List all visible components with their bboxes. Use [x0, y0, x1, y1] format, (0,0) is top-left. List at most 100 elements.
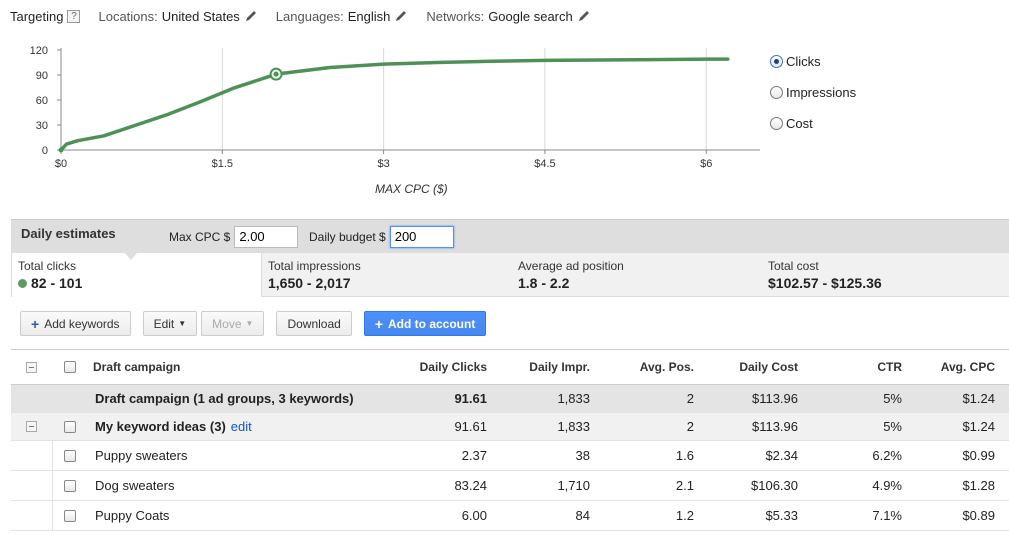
stat-value: 1,650 - 2,017: [268, 275, 351, 291]
stat-average-position[interactable]: Average ad position 1.8 - 2.2: [512, 253, 762, 297]
add-to-account-button[interactable]: + Add to account: [363, 311, 487, 336]
chart-svg: $0 $1.5 $3 $4.5 $6 0 30 60 90 120: [30, 45, 760, 170]
targeting-languages[interactable]: Languages: English: [276, 9, 409, 24]
targeting-bar: Targeting ? Locations: United States Lan…: [10, 6, 1009, 26]
stat-total-impressions[interactable]: Total impressions 1,650 - 2,017: [262, 253, 512, 297]
radio-cost[interactable]: Cost: [770, 112, 856, 134]
group-ctr: 5%: [883, 419, 902, 434]
column-header-avg-cpc[interactable]: Avg. CPC: [941, 350, 995, 384]
pencil-icon[interactable]: [394, 9, 408, 23]
targeting-locations[interactable]: Locations: United States: [98, 9, 257, 24]
radio-button-checked[interactable]: [770, 54, 783, 68]
max-cpc-input[interactable]: [234, 225, 299, 248]
edit-dropdown-button[interactable]: Edit ▼: [142, 311, 198, 336]
row-checkbox[interactable]: [64, 479, 76, 492]
stat-label: Total clicks: [18, 259, 77, 273]
stat-label: Total cost: [768, 259, 819, 273]
plus-icon: +: [374, 315, 383, 332]
download-button[interactable]: Download: [276, 311, 352, 336]
group-edit-link[interactable]: edit: [231, 419, 252, 434]
keyword-clicks: 83.24: [454, 478, 487, 493]
keyword-ctr: 7.1%: [872, 508, 902, 523]
chart-x-tick-label: $4.5: [534, 158, 555, 170]
keyword-ctr: 4.9%: [872, 478, 902, 493]
keyword-pos: 2.1: [675, 478, 694, 493]
keyword-cpc: $0.99: [962, 448, 995, 463]
row-checkbox-cell[interactable]: [64, 471, 76, 500]
table-row-summary: Draft campaign (1 ad groups, 3 keywords)…: [11, 385, 1009, 413]
targeting-networks[interactable]: Networks: Google search: [426, 9, 590, 24]
column-header-avg-pos[interactable]: Avg. Pos.: [640, 350, 694, 384]
daily-budget-field: Daily budget $: [309, 225, 454, 248]
caret-down-icon: ▼: [245, 319, 254, 328]
daily-estimates-bar: Daily estimates Max CPC $ Daily budget $: [11, 219, 1009, 253]
plus-icon: +: [31, 315, 40, 332]
select-all-cell[interactable]: [64, 350, 76, 384]
keyword-cpc: $0.89: [962, 508, 995, 523]
group-impr: 1,833: [557, 419, 590, 434]
keyword-impr: 38: [575, 448, 590, 463]
pencil-icon[interactable]: [577, 9, 591, 23]
select-all-checkbox[interactable]: [64, 361, 76, 373]
row-checkbox-cell[interactable]: [64, 501, 76, 530]
keyword-ctr: 6.2%: [872, 448, 902, 463]
radio-button[interactable]: [770, 116, 783, 130]
metric-radio-group: Clicks Impressions Cost: [770, 50, 856, 143]
chart-x-tick-label: $1.5: [212, 158, 233, 170]
stat-value: 82 - 101: [31, 275, 83, 291]
radio-button[interactable]: [770, 85, 783, 99]
column-header-daily-impr[interactable]: Daily Impr.: [529, 350, 590, 384]
stat-value-wrap: 82 - 101: [18, 275, 261, 291]
chart-y-tick-label: 60: [36, 95, 48, 107]
help-icon[interactable]: ?: [67, 9, 81, 23]
row-checkbox[interactable]: [64, 509, 76, 522]
move-dropdown-button[interactable]: Move ▼: [201, 311, 265, 336]
keyword-cost: $106.30: [751, 478, 798, 493]
expand-all-cell[interactable]: [26, 350, 37, 384]
row-checkbox-cell[interactable]: [64, 441, 76, 470]
pencil-icon[interactable]: [244, 9, 258, 23]
summary-name: Draft campaign (1 ad groups, 3 keywords): [95, 391, 354, 406]
targeting-value: United States: [161, 8, 240, 24]
collapse-icon[interactable]: [26, 361, 37, 373]
targeting-value: Google search: [488, 8, 573, 24]
row-checkbox[interactable]: [64, 420, 76, 433]
column-header-ctr[interactable]: CTR: [877, 350, 902, 384]
stat-total-cost[interactable]: Total cost $102.57 - $125.36: [762, 253, 1009, 297]
max-cpc-label: Max CPC $: [169, 229, 231, 244]
column-header-daily-clicks[interactable]: Daily Clicks: [420, 350, 487, 384]
group-expand-cell[interactable]: [26, 413, 37, 440]
chart-x-tick-label: $3: [377, 158, 389, 170]
keyword-name: Puppy sweaters: [95, 448, 188, 463]
stat-label: Average ad position: [518, 259, 624, 273]
keyword-table: Draft campaign Daily Clicks Daily Impr. …: [11, 349, 1009, 531]
radio-label: Impressions: [786, 84, 857, 100]
table-row-group: My keyword ideas (3) edit 91.61 1,833 2 …: [11, 413, 1009, 441]
daily-budget-label: Daily budget $: [309, 229, 386, 244]
stat-value: $102.57 - $125.36: [768, 275, 882, 291]
row-divider: [52, 441, 53, 470]
column-header-name[interactable]: Draft campaign: [93, 350, 180, 384]
keyword-name: Dog sweaters: [95, 478, 175, 493]
group-name: My keyword ideas (3): [95, 419, 226, 434]
targeting-label: Targeting: [10, 8, 64, 24]
keyword-pos: 1.2: [675, 508, 694, 523]
add-to-account-label: Add to account: [388, 316, 476, 331]
green-dot-icon: [18, 278, 27, 288]
add-keywords-button[interactable]: + Add keywords: [20, 311, 131, 336]
collapse-icon[interactable]: [26, 421, 37, 432]
group-checkbox-cell[interactable]: [64, 413, 76, 440]
summary-pos: 2: [686, 391, 694, 406]
radio-clicks[interactable]: Clicks: [770, 50, 856, 72]
column-header-daily-cost[interactable]: Daily Cost: [739, 350, 798, 384]
stat-value: 1.8 - 2.2: [518, 275, 570, 291]
daily-estimates-title: Daily estimates: [21, 225, 116, 241]
group-name-cell: My keyword ideas (3) edit: [95, 413, 252, 440]
stat-total-clicks[interactable]: Total clicks 82 - 101: [11, 252, 262, 297]
chart-x-tick-label: $6: [700, 158, 712, 170]
radio-impressions[interactable]: Impressions: [770, 81, 856, 103]
row-checkbox[interactable]: [64, 449, 76, 462]
daily-budget-input[interactable]: [389, 225, 454, 248]
chart-y-tick-label: 0: [42, 145, 48, 157]
keyword-cpc: $1.28: [962, 478, 995, 493]
